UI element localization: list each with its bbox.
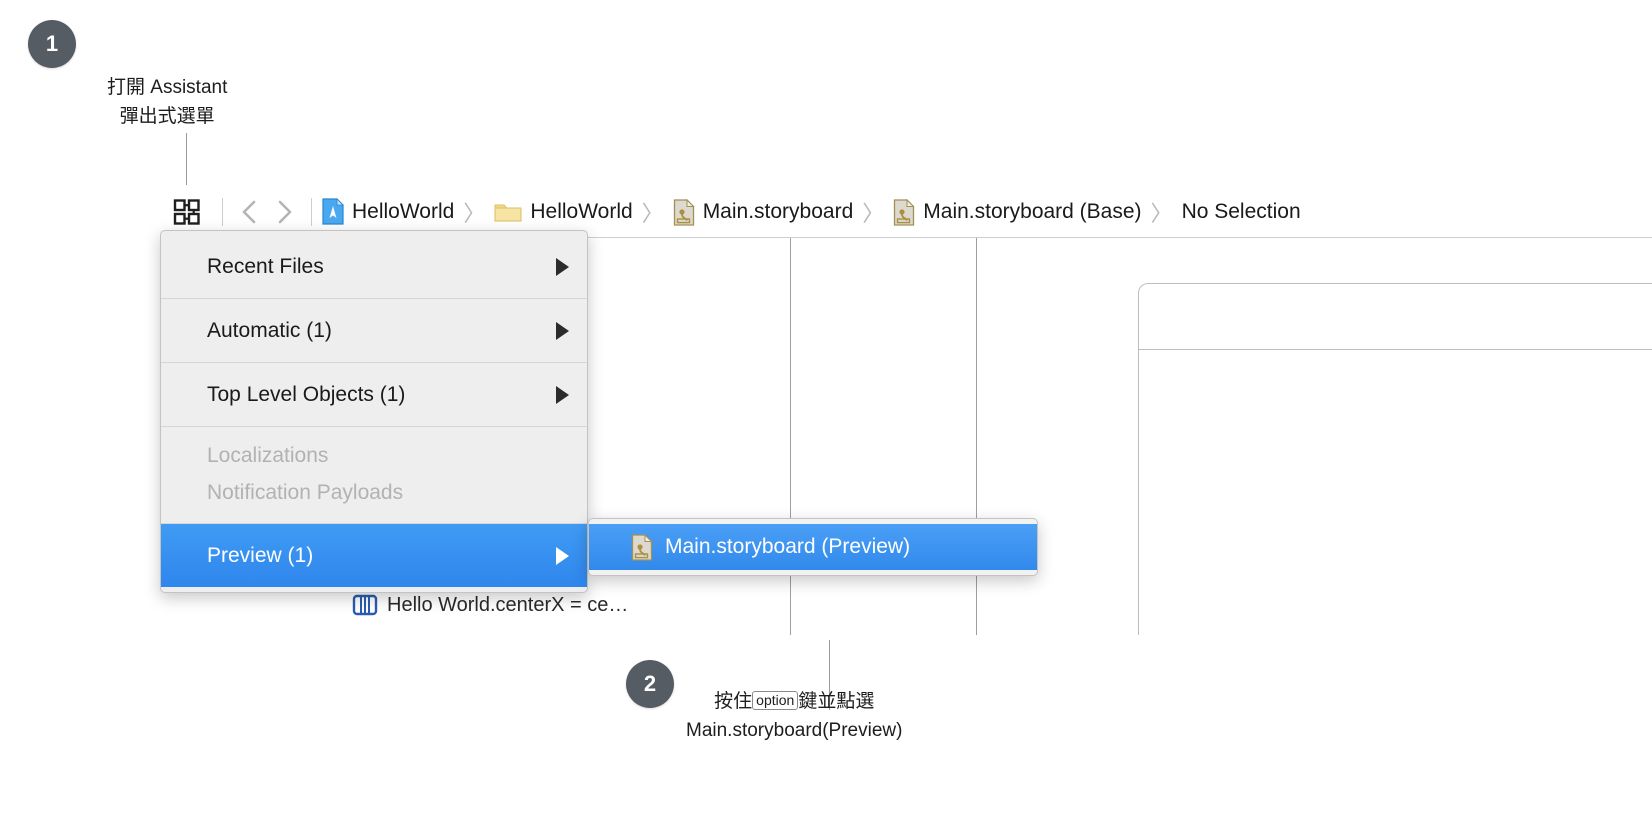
breadcrumb-chevron-icon: 〉 bbox=[463, 200, 486, 226]
submenu-arrow-icon bbox=[556, 546, 569, 565]
annotation-2-suffix: 鍵並點選 bbox=[798, 691, 875, 712]
menu-item-automatic[interactable]: Automatic (1) bbox=[161, 299, 587, 362]
callout-badge-1-number: 1 bbox=[45, 31, 59, 56]
storyboard-file-icon bbox=[673, 198, 695, 226]
breadcrumb-label: Main.storyboard (Base) bbox=[923, 199, 1142, 223]
constraint-row[interactable]: Hello World.centerX = ce… bbox=[352, 592, 628, 618]
submenu-item-label: Main.storyboard (Preview) bbox=[665, 535, 911, 558]
constraint-icon bbox=[352, 592, 378, 618]
menu-item-label: Preview (1) bbox=[207, 543, 314, 567]
menu-item-label: Automatic (1) bbox=[207, 318, 332, 342]
constraint-label: Hello World.centerX = ce… bbox=[387, 593, 629, 616]
submenu-arrow-icon bbox=[556, 321, 569, 340]
annotation-2-line2: Main.storyboard(Preview) bbox=[686, 720, 903, 741]
folder-icon bbox=[494, 201, 522, 222]
callout-badge-2: 2 bbox=[626, 660, 674, 708]
menu-item-recent-files[interactable]: Recent Files bbox=[161, 235, 587, 298]
breadcrumb-label: HelloWorld bbox=[530, 199, 633, 223]
menu-disabled-group: Localizations Notification Payloads bbox=[161, 427, 587, 523]
annotation-2-prefix: 按住 bbox=[714, 691, 753, 712]
screenshot-root: 1 打開 Assistant 彈出式選單 Hello World.centerY… bbox=[0, 0, 1652, 832]
breadcrumb-chevron-icon: 〉 bbox=[641, 200, 664, 226]
menu-item-top-level-objects[interactable]: Top Level Objects (1) bbox=[161, 363, 587, 426]
breadcrumb-chevron-icon: 〉 bbox=[1150, 200, 1173, 226]
annotation-1: 打開 Assistant 彈出式選單 bbox=[107, 73, 227, 131]
breadcrumb-item-folder[interactable]: HelloWorld bbox=[494, 199, 633, 224]
callout-badge-1: 1 bbox=[28, 20, 76, 68]
breadcrumb-label: Main.storyboard bbox=[702, 199, 854, 223]
annotation-2-line1: 按住 option 鍵並點選 bbox=[686, 687, 902, 716]
submenu-arrow-icon bbox=[556, 257, 569, 276]
menu-item-localizations: Localizations bbox=[161, 437, 587, 474]
submenu-arrow-icon bbox=[556, 385, 569, 404]
breadcrumb-label: No Selection bbox=[1181, 199, 1301, 223]
breadcrumb-item-storyboard[interactable]: Main.storyboard bbox=[673, 198, 854, 226]
menu-item-label: Localizations bbox=[207, 443, 329, 467]
breadcrumb-item-selection[interactable]: No Selection bbox=[1182, 200, 1301, 224]
back-arrow-icon[interactable] bbox=[233, 195, 267, 229]
menu-item-label: Top Level Objects (1) bbox=[207, 382, 406, 406]
callout-badge-2-number: 2 bbox=[643, 671, 657, 696]
submenu-item-main-storyboard-preview[interactable]: Main.storyboard (Preview) bbox=[589, 524, 1037, 570]
storyboard-file-icon bbox=[893, 198, 915, 226]
annotation-1-line2: 彈出式選單 bbox=[119, 106, 215, 127]
app-project-icon bbox=[322, 198, 344, 225]
menu-item-label: Notification Payloads bbox=[207, 480, 404, 504]
forward-arrow-icon[interactable] bbox=[267, 195, 301, 229]
menu-item-label: Recent Files bbox=[207, 254, 324, 278]
preview-device-frame bbox=[1138, 283, 1652, 635]
annotation-2: 按住 option 鍵並點選 Main.storyboard(Preview) bbox=[686, 687, 902, 745]
breadcrumb-item-storyboard-base[interactable]: Main.storyboard (Base) bbox=[893, 198, 1142, 226]
menu-item-preview[interactable]: Preview (1) bbox=[161, 524, 587, 587]
breadcrumb-label: HelloWorld bbox=[352, 199, 455, 223]
preview-submenu: Main.storyboard (Preview) bbox=[588, 518, 1038, 576]
assistant-editor-icon[interactable] bbox=[170, 195, 204, 229]
option-key-cap: option bbox=[752, 691, 799, 710]
breadcrumb-item-project[interactable]: HelloWorld bbox=[322, 198, 454, 225]
assistant-popup-menu: Recent Files Automatic (1) Top Level Obj… bbox=[160, 230, 588, 593]
menu-item-notification-payloads: Notification Payloads bbox=[161, 474, 587, 511]
storyboard-file-icon bbox=[631, 533, 653, 561]
leader-line-1 bbox=[186, 133, 187, 185]
preview-status-bar-line bbox=[1139, 349, 1652, 350]
jumpbar-divider bbox=[222, 197, 223, 226]
jumpbar-divider bbox=[311, 197, 312, 226]
annotation-1-line1: 打開 Assistant bbox=[107, 77, 228, 98]
breadcrumb-chevron-icon: 〉 bbox=[862, 200, 885, 226]
